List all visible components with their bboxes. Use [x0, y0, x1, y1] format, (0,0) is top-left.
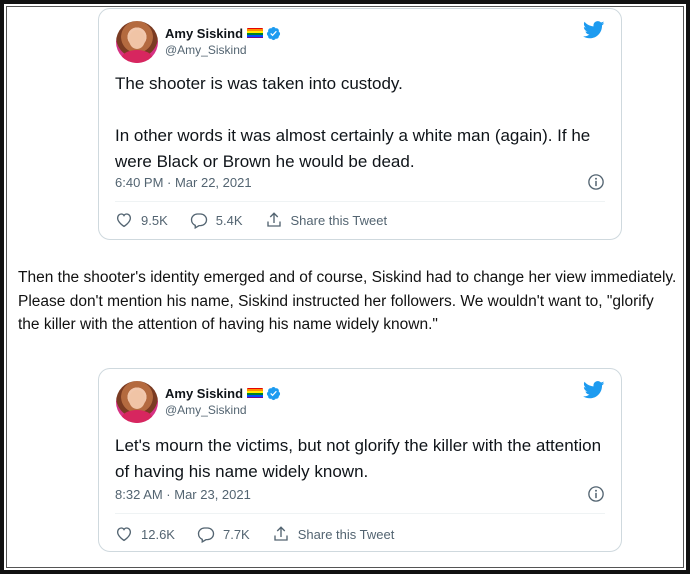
- author-name[interactable]: Amy Siskind: [165, 26, 243, 41]
- tweet-text: The shooter is was taken into custody. I…: [115, 74, 591, 171]
- info-icon[interactable]: [587, 173, 605, 191]
- author-name-row: Amy Siskind: [165, 25, 281, 41]
- like-count: 9.5K: [141, 212, 168, 228]
- share-button[interactable]: Share this Tweet: [272, 525, 395, 543]
- avatar[interactable]: [116, 21, 158, 63]
- info-icon[interactable]: [587, 485, 605, 503]
- tweet-card-1[interactable]: Amy Siskind @Amy_Siskind The shooter is …: [98, 8, 622, 240]
- share-label: Share this Tweet: [297, 526, 395, 542]
- reply-icon: [190, 213, 207, 229]
- author-handle[interactable]: @Amy_Siskind: [165, 403, 247, 417]
- share-button[interactable]: Share this Tweet: [265, 211, 388, 229]
- reply-icon: [197, 527, 215, 543]
- verified-badge-icon: [266, 386, 281, 400]
- heart-icon: [116, 213, 132, 228]
- article-paragraph: Then the shooter's identity emerged and …: [18, 269, 677, 333]
- rainbow-flag-icon: [247, 27, 264, 39]
- twitter-bird-icon[interactable]: [583, 381, 605, 399]
- divider: [115, 513, 605, 514]
- rainbow-flag-icon: [247, 387, 264, 399]
- share-icon: [274, 526, 288, 541]
- author-name[interactable]: Amy Siskind: [165, 386, 243, 401]
- share-label: Share this Tweet: [290, 212, 388, 228]
- tweet-actions: 9.5K 5.4K Share this Tweet: [115, 211, 409, 229]
- verified-badge-icon: [266, 26, 281, 40]
- like-button[interactable]: 12.6K: [115, 525, 175, 543]
- tweet-text: Let's mourn the victims, but not glorify…: [115, 436, 602, 481]
- reply-button[interactable]: 7.7K: [197, 525, 250, 543]
- divider: [115, 201, 605, 202]
- author-handle[interactable]: @Amy_Siskind: [165, 43, 247, 57]
- tweet-actions: 12.6K 7.7K Share this Tweet: [115, 525, 416, 543]
- like-count: 12.6K: [141, 526, 175, 542]
- author-name-row: Amy Siskind: [165, 385, 281, 401]
- reply-count: 5.4K: [215, 212, 243, 228]
- like-button[interactable]: 9.5K: [115, 211, 168, 229]
- reply-button[interactable]: 5.4K: [190, 211, 243, 229]
- heart-icon: [116, 527, 132, 542]
- tweet-timestamp[interactable]: 6:40 PM · Mar 22, 2021: [115, 175, 252, 190]
- twitter-bird-icon[interactable]: [583, 21, 605, 39]
- tweet-card-2[interactable]: Amy Siskind @Amy_Siskind Let's mourn the…: [98, 368, 622, 552]
- avatar[interactable]: [116, 381, 158, 423]
- share-icon: [266, 212, 281, 227]
- reply-count: 7.7K: [222, 526, 250, 542]
- tweet-timestamp[interactable]: 8:32 AM · Mar 23, 2021: [115, 487, 251, 502]
